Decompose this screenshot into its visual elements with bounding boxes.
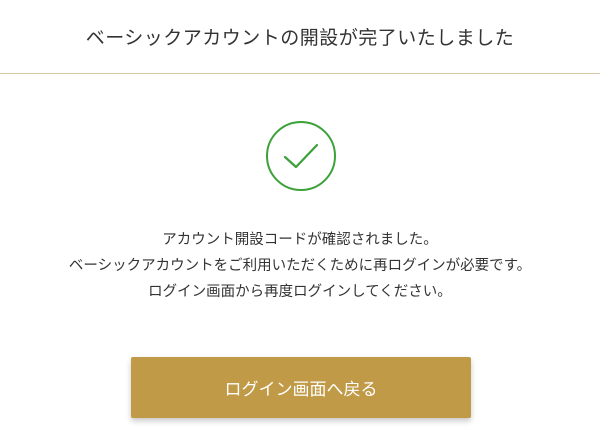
confirmation-message: アカウント開設コードが確認されました。 ベーシックアカウントをご利用いただくため… [0,227,600,305]
page-title: ベーシックアカウントの開設が完了いたしました [85,27,515,49]
check-circle-icon-graphic [266,121,336,191]
page-header: ベーシックアカウントの開設が完了いたしました [0,0,600,74]
message-line-1: アカウント開設コードが確認されました。 [162,232,438,248]
account-complete-page: ベーシックアカウントの開設が完了いたしました アカウント開設コードが確認されまし… [0,0,600,441]
message-line-3: ログイン画面から再度ログインしてください。 [148,284,452,300]
back-to-login-button[interactable]: ログイン画面へ戻る [131,357,471,418]
message-line-2: ベーシックアカウントをご利用いただくために再ログインが必要です。 [68,258,532,274]
check-circle-icon [265,120,337,192]
